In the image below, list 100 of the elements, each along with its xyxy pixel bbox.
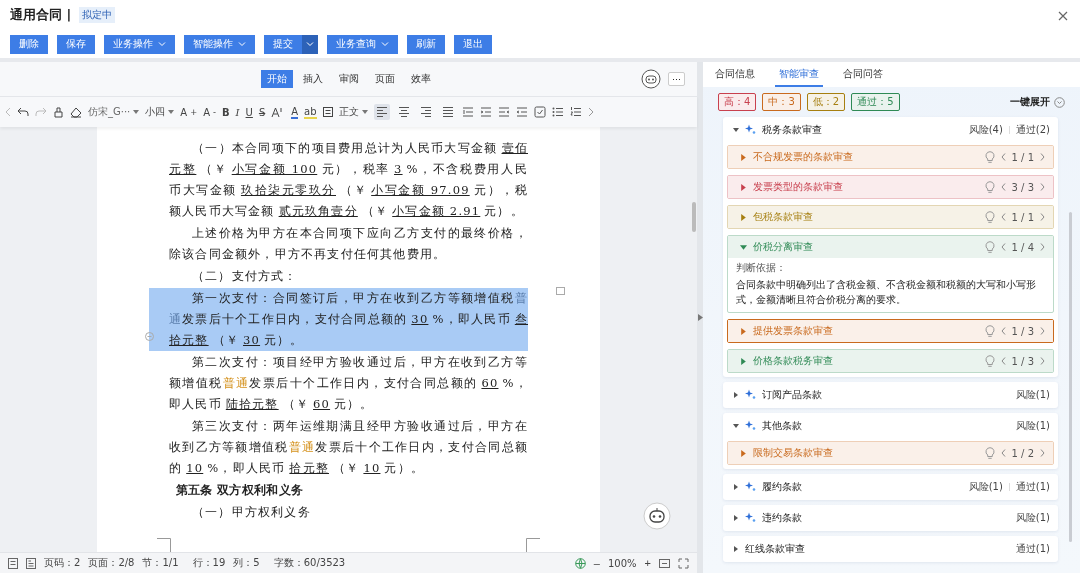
caret-right-icon[interactable] [740, 213, 747, 221]
align-icon[interactable] [373, 104, 390, 120]
previous-icon[interactable] [1000, 213, 1006, 221]
lightbulb-icon[interactable] [984, 181, 995, 193]
action-button[interactable]: 刷新 [407, 34, 445, 54]
robot-icon[interactable] [641, 69, 661, 89]
review-item[interactable]: 不合规发票的条款审查 1 / 1 [727, 145, 1054, 169]
strikethrough-button[interactable]: S [258, 106, 266, 118]
redo-icon[interactable] [35, 107, 47, 117]
caret-right-icon[interactable] [733, 514, 739, 521]
globe-icon[interactable] [574, 557, 586, 569]
action-button[interactable]: 提交 [264, 34, 302, 54]
next-icon[interactable] [1040, 153, 1045, 161]
panel-tab[interactable]: 智能审查 [775, 62, 823, 87]
risk-count-badge[interactable]: 中：3 [762, 93, 801, 111]
next-icon[interactable] [1040, 243, 1045, 251]
more-button[interactable]: ··· [668, 72, 685, 86]
font-size-dropdown[interactable]: 小四 [145, 105, 175, 119]
fit-width-icon[interactable] [659, 557, 670, 569]
review-item[interactable]: 价格条款税务审查 1 / 3 [727, 349, 1054, 373]
previous-icon[interactable] [1000, 449, 1006, 457]
comment-icon[interactable] [556, 287, 565, 296]
numbered-list-icon[interactable] [569, 106, 582, 118]
lightbulb-icon[interactable] [984, 211, 995, 223]
outline-icon[interactable] [26, 557, 36, 569]
review-item[interactable]: 限制交易条款审查 1 / 2 [727, 441, 1054, 465]
paragraph-style-dropdown[interactable]: 正文 [338, 105, 368, 119]
lightbulb-icon[interactable] [984, 325, 995, 337]
indent-decrease-icon[interactable] [515, 106, 528, 118]
close-icon[interactable] [1058, 11, 1068, 21]
menu-button[interactable]: 智能操作 [184, 34, 255, 54]
ribbon-tab[interactable]: 效率 [404, 70, 437, 88]
ribbon-tab[interactable]: 审阅 [332, 70, 365, 88]
chevron-right-icon[interactable] [587, 107, 594, 117]
action-button[interactable]: 保存 [57, 34, 95, 54]
bullet-list-icon[interactable] [551, 106, 564, 118]
zoom-in-button[interactable]: + [644, 557, 651, 569]
risk-count-badge[interactable]: 通过：5 [851, 93, 900, 111]
previous-icon[interactable] [1000, 357, 1006, 365]
italic-button[interactable]: I [235, 106, 240, 118]
previous-icon[interactable] [1000, 183, 1006, 191]
caret-down-icon[interactable] [733, 422, 739, 429]
review-item[interactable]: 发票类型的条款审查 3 / 3 [727, 175, 1054, 199]
menu-button[interactable]: 业务操作 [104, 34, 175, 54]
lightbulb-icon[interactable] [984, 241, 995, 253]
font-dropdown[interactable]: 仿宋_G··· [88, 105, 140, 119]
risk-count-badge[interactable]: 高：4 [718, 93, 757, 111]
fullscreen-icon[interactable] [678, 557, 689, 569]
next-icon[interactable] [1040, 327, 1045, 335]
previous-icon[interactable] [1000, 327, 1006, 335]
next-icon[interactable] [1040, 183, 1045, 191]
chevron-left-icon[interactable] [5, 107, 11, 117]
review-item[interactable]: 包税条款审查 1 / 1 [727, 205, 1054, 229]
dropdown-toggle[interactable] [302, 34, 318, 54]
paragraph-marker-icon[interactable] [145, 332, 154, 341]
review-item[interactable]: 价税分离审查 1 / 4 判断依据： 合同条款中明确列出了含税金额、不含税金额和税额的大写和小写形式，金额清晰且符合价税分离的要求。 [727, 235, 1054, 313]
menu-button[interactable]: 业务查询 [327, 34, 398, 54]
ribbon-tab[interactable]: 插入 [296, 70, 329, 88]
expand-all-button[interactable]: 一键展开 [1010, 95, 1065, 109]
scrollbar-thumb[interactable] [1069, 212, 1072, 542]
caret-right-icon[interactable] [733, 391, 739, 398]
checkbox-icon[interactable] [533, 106, 546, 118]
document-icon[interactable] [8, 557, 18, 569]
line-spacing-icon[interactable] [461, 106, 474, 118]
previous-icon[interactable] [1000, 243, 1006, 251]
zoom-out-button[interactable]: – [593, 557, 600, 569]
caret-right-icon[interactable] [740, 327, 747, 335]
review-item[interactable]: 提供发票条款审查 1 / 3 [727, 319, 1054, 343]
group-title[interactable]: 订阅产品条款 [762, 387, 822, 402]
font-color-button[interactable]: A [291, 105, 299, 119]
eraser-icon[interactable] [70, 106, 82, 118]
caret-right-icon[interactable] [740, 153, 747, 161]
group-title[interactable]: 红线条款审查 [745, 541, 805, 556]
scrollbar-thumb[interactable] [692, 202, 696, 232]
undo-icon[interactable] [17, 107, 29, 117]
risk-count-badge[interactable]: 低：2 [806, 93, 846, 111]
caret-right-icon[interactable] [740, 357, 747, 365]
previous-icon[interactable] [1000, 153, 1006, 161]
indent-icon[interactable] [479, 106, 492, 118]
caret-right-icon[interactable] [740, 183, 747, 191]
caret-down-icon[interactable] [740, 243, 747, 251]
group-title[interactable]: 其他条款 [762, 418, 802, 433]
ribbon-tab[interactable]: 开始 [260, 70, 293, 88]
action-button[interactable]: 删除 [10, 34, 48, 54]
group-title[interactable]: 违约条款 [762, 510, 802, 525]
next-icon[interactable] [1040, 449, 1045, 457]
lightbulb-icon[interactable] [984, 151, 995, 163]
ribbon-tab[interactable]: 页面 [368, 70, 401, 88]
caret-right-icon[interactable] [733, 483, 739, 490]
panel-tab[interactable]: 合同问答 [839, 62, 887, 87]
outdent-icon[interactable] [497, 106, 510, 118]
paragraph-style-icon[interactable] [322, 107, 333, 117]
caret-down-icon[interactable] [733, 126, 739, 133]
group-title[interactable]: 履约条款 [762, 479, 802, 494]
action-button[interactable]: 退出 [454, 34, 492, 54]
next-icon[interactable] [1040, 357, 1045, 365]
lightbulb-icon[interactable] [984, 447, 995, 459]
highlight-button[interactable]: ab [304, 105, 317, 119]
lightbulb-icon[interactable] [984, 355, 995, 367]
caret-right-icon[interactable] [733, 545, 739, 552]
